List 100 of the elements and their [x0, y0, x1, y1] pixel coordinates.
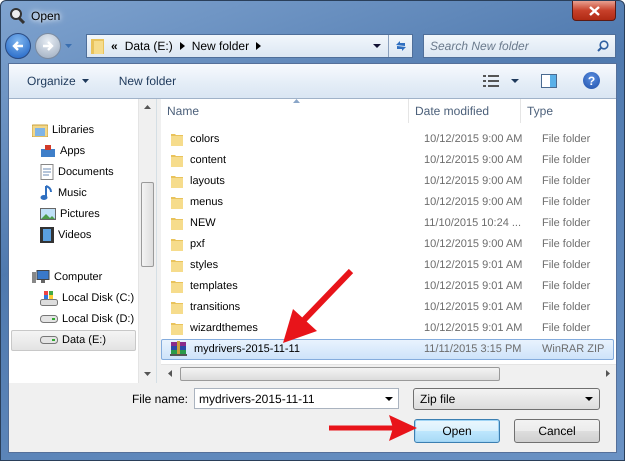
- column-header[interactable]: Date modified: [409, 98, 521, 123]
- date-modified: 10/12/2015 9:01 AM: [424, 259, 522, 272]
- folder-icon: [170, 299, 184, 316]
- file-type: File folder: [542, 133, 590, 146]
- caret-down-icon: [585, 396, 593, 401]
- nav-item[interactable]: Documents: [11, 162, 136, 183]
- folder-icon: [170, 173, 184, 190]
- library-icon: [32, 123, 48, 138]
- chevron-right-icon: [256, 42, 262, 50]
- file-name: menus: [190, 196, 224, 208]
- file-row[interactable]: NEW 11/10/2015 10:24 ... File folder: [161, 212, 614, 234]
- back-button[interactable]: [5, 33, 31, 59]
- file-name: pxf: [190, 238, 205, 250]
- file-row[interactable]: colors 10/12/2015 9:00 AM File folder: [161, 128, 614, 150]
- file-type: File folder: [542, 280, 590, 292]
- close-button[interactable]: [572, 1, 616, 21]
- close-icon: [588, 6, 600, 16]
- nav-item[interactable]: Computer: [11, 266, 136, 288]
- address-bar[interactable]: « Data (E:) New folder: [86, 34, 413, 58]
- nav-item[interactable]: Local Disk (C:): [11, 288, 136, 309]
- caret-down-icon[interactable]: [373, 44, 381, 48]
- caret-down-icon: [385, 397, 393, 402]
- date-modified: 11/11/2015 3:15 PM: [424, 343, 522, 356]
- caret-down-icon: [82, 78, 89, 83]
- folder-icon: [170, 215, 184, 232]
- folder-icon: [170, 194, 184, 210]
- archive-icon: [170, 341, 188, 358]
- file-name: layouts: [190, 175, 225, 188]
- breadcrumb[interactable]: New folder: [192, 39, 250, 53]
- breadcrumb[interactable]: Data (E:): [124, 39, 173, 53]
- date-modified: 10/12/2015 9:01 AM: [424, 301, 522, 314]
- file-row[interactable]: layouts 10/12/2015 9:00 AM File folder: [161, 170, 614, 192]
- folder-icon: [170, 278, 184, 294]
- file-type: WinRAR ZIP: [542, 343, 604, 356]
- horizontal-scrollbar[interactable]: [161, 364, 616, 383]
- computer-icon: [32, 270, 50, 284]
- overflow-mark[interactable]: «: [111, 39, 118, 53]
- caret-down-icon: [511, 78, 519, 83]
- nav-item[interactable]: Music: [11, 182, 136, 204]
- date-modified: 11/10/2015 10:24 ...: [424, 217, 522, 230]
- chevron-right-icon: [180, 42, 185, 50]
- file-name: colors: [190, 133, 220, 146]
- drive-icon: [40, 315, 58, 324]
- folder-icon: [170, 152, 184, 168]
- scroll-left-icon: [168, 370, 172, 378]
- scrollbar-thumb[interactable]: [141, 182, 154, 267]
- file-type: File folder: [542, 301, 590, 314]
- date-modified: 10/12/2015 9:00 AM: [424, 238, 522, 250]
- file-type: File folder: [542, 238, 590, 250]
- column-header[interactable]: Type: [521, 98, 616, 123]
- toolbar-button[interactable]: Organize: [19, 70, 97, 92]
- file-row[interactable]: pxf 10/12/2015 9:00 AM File folder: [161, 234, 614, 255]
- preview-pane-icon: [541, 74, 557, 88]
- file-type-dropdown[interactable]: Zip file: [413, 388, 600, 410]
- file-type: File folder: [542, 259, 590, 272]
- file-row[interactable]: transitions 10/12/2015 9:01 AM File folder: [161, 296, 614, 318]
- folder-icon: [170, 320, 184, 336]
- scroll-up-icon: [144, 105, 151, 110]
- file-name: templates: [190, 280, 238, 292]
- file-row[interactable]: menus 10/12/2015 9:00 AM File folder: [161, 192, 614, 213]
- drive-with-windows-icon: [40, 290, 58, 306]
- file-row[interactable]: wizardthemes 10/12/2015 9:01 AM File folder: [161, 318, 614, 339]
- nav-item[interactable]: Libraries: [11, 120, 136, 141]
- file-type: File folder: [542, 196, 590, 208]
- file-name: styles: [190, 259, 218, 272]
- file-name-field[interactable]: mydrivers-2015-11-11: [194, 388, 399, 410]
- toolbox-icon: [40, 144, 56, 158]
- help-button[interactable]: ?: [577, 69, 606, 92]
- nav-item[interactable]: Pictures: [11, 204, 136, 225]
- search-field[interactable]: Search New folder: [423, 34, 616, 58]
- arrow-left-icon: [12, 40, 24, 52]
- nav-item[interactable]: Videos: [11, 224, 136, 246]
- list-view-icon: [483, 74, 499, 87]
- date-modified: 10/12/2015 9:00 AM: [424, 154, 522, 166]
- music-note-icon: [40, 185, 54, 202]
- file-name: wizardthemes: [190, 322, 258, 334]
- vertical-scrollbar[interactable]: [138, 98, 156, 383]
- file-row[interactable]: styles 10/12/2015 9:01 AM File folder: [161, 254, 614, 276]
- nav-item[interactable]: Local Disk (D:): [11, 308, 136, 330]
- date-modified: 10/12/2015 9:00 AM: [424, 196, 522, 208]
- document-icon: [40, 164, 54, 180]
- file-row[interactable]: templates 10/12/2015 9:01 AM File folder: [161, 276, 614, 297]
- file-row[interactable]: content 10/12/2015 9:00 AM File folder: [161, 150, 614, 171]
- search-icon: [597, 40, 609, 52]
- date-modified: 10/12/2015 9:00 AM: [424, 133, 522, 146]
- dialog-button[interactable]: Open: [414, 418, 500, 443]
- nav-item[interactable]: Apps: [11, 140, 136, 162]
- folder-icon: [91, 38, 104, 54]
- file-type: File folder: [542, 175, 590, 188]
- file-name: NEW: [190, 217, 216, 230]
- nav-item[interactable]: Data (E:): [11, 330, 136, 351]
- file-type: File folder: [542, 217, 590, 230]
- drive-icon: [40, 336, 58, 344]
- toolbar-button[interactable]: New folder: [110, 70, 184, 92]
- date-modified: 10/12/2015 9:01 AM: [424, 280, 522, 292]
- folder-icon: [170, 257, 184, 274]
- dialog-button[interactable]: Cancel: [514, 418, 600, 443]
- folder-icon: [170, 131, 184, 148]
- file-row[interactable]: mydrivers-2015-11-11 11/11/2015 3:15 PM WinRAR ZIP: [161, 338, 614, 360]
- scrollbar-thumb[interactable]: [180, 366, 500, 381]
